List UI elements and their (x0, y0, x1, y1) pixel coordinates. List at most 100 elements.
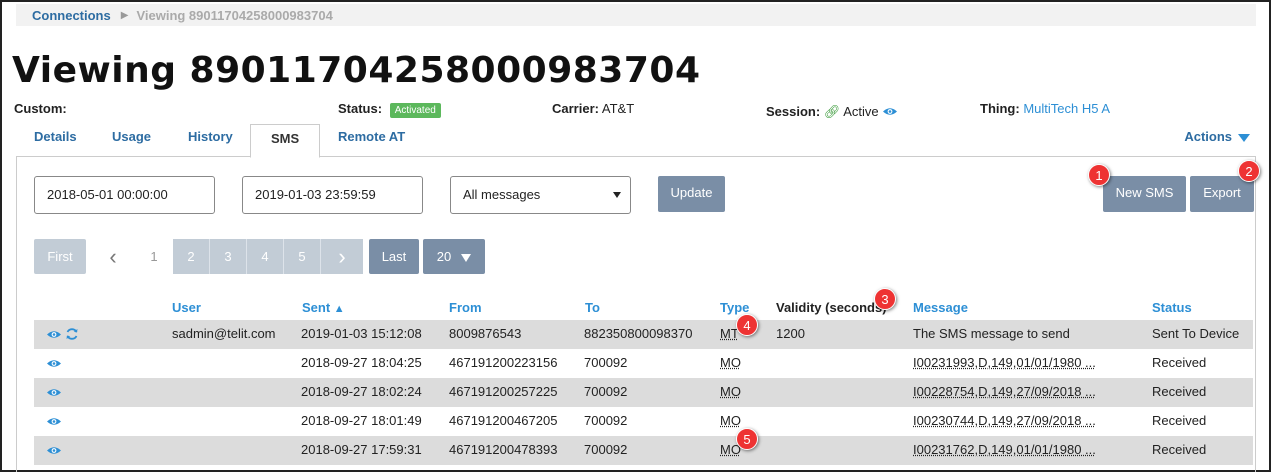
message-filter-select[interactable]: All messages (450, 176, 631, 214)
cell-message[interactable]: I00231762,D,149,01/01/1980 ... (913, 442, 1096, 457)
actions-label: Actions (1184, 129, 1232, 144)
carrier-value: AT&T (601, 101, 635, 116)
tab-history[interactable]: History (188, 124, 233, 157)
cell-to: 700092 (584, 355, 628, 370)
page-4[interactable]: 4 (247, 239, 284, 274)
meta-status: Status: Activated (338, 101, 441, 118)
cell-user: sadmin@telit.com (172, 326, 276, 341)
tab-details[interactable]: Details (34, 124, 77, 157)
view-eye-icon[interactable] (46, 386, 62, 398)
col-header-type[interactable]: Type (720, 300, 749, 315)
status-badge: Activated (389, 103, 441, 118)
cell-from: 467191200478393 (449, 442, 558, 457)
breadcrumb: Connections ▶ Viewing 890117042580009837… (16, 4, 1256, 26)
breadcrumb-current: Viewing 89011704258000983704 (136, 7, 333, 23)
sort-up-icon: ▲ (333, 303, 345, 315)
col-header-message[interactable]: Message (913, 300, 968, 315)
annotation-marker-5: 5 (736, 428, 758, 450)
cell-from: 467191200467205 (449, 413, 558, 428)
cell-message[interactable]: I00231993,D,149,01/01/1980 ... (913, 355, 1096, 370)
cell-type: MO (720, 355, 741, 370)
page-size-value: 20 (436, 249, 452, 264)
table-row[interactable]: 2018-09-27 18:04:25 467191200223156 7000… (34, 349, 1253, 378)
annotation-marker-4: 4 (736, 314, 758, 336)
next-page-icon[interactable]: › (321, 239, 363, 274)
col-header-status[interactable]: Status (1152, 300, 1192, 315)
tab-sms[interactable]: SMS (250, 124, 321, 158)
col-header-sent[interactable]: Sent ▲ (302, 300, 345, 315)
update-button[interactable]: Update (658, 176, 725, 212)
cell-message: The SMS message to send (913, 326, 1070, 341)
cell-type: MO (720, 413, 741, 428)
view-eye-icon[interactable] (46, 328, 62, 340)
cell-message[interactable]: I00228754,D,149,27/09/2018 ... (913, 384, 1096, 399)
cell-to: 700092 (584, 442, 628, 457)
tab-remote-at[interactable]: Remote AT (338, 124, 405, 157)
resend-refresh-icon[interactable] (65, 327, 81, 340)
table-row[interactable]: sadmin@telit.com 2019-01-03 15:12:08 800… (34, 320, 1253, 349)
page-2[interactable]: 2 (173, 239, 210, 274)
page-1[interactable]: 1 (136, 239, 172, 274)
new-sms-button[interactable]: New SMS (1103, 176, 1186, 212)
page-5[interactable]: 5 (284, 239, 321, 274)
cell-validity: 1200 (776, 326, 805, 341)
view-eye-icon[interactable] (46, 444, 62, 456)
first-page-button[interactable]: First (34, 239, 86, 274)
cell-sent: 2018-09-27 17:59:31 (301, 442, 422, 457)
cell-status: Sent To Device (1152, 326, 1240, 341)
cell-status: Received (1152, 384, 1207, 399)
cell-from: 467191200223156 (449, 355, 558, 370)
cell-status: Received (1152, 355, 1207, 370)
tab-bar: Details Usage History SMS Remote AT Acti… (16, 124, 1256, 158)
carrier-label: Carrier: (552, 101, 599, 116)
col-header-user[interactable]: User (172, 300, 201, 315)
annotation-marker-2: 2 (1238, 160, 1260, 182)
session-value: Active (843, 104, 879, 119)
message-filter-value: All messages (463, 187, 541, 202)
last-page-button[interactable]: Last (369, 239, 419, 274)
thing-label: Thing: (980, 101, 1020, 116)
select-arrow-icon (613, 192, 621, 198)
table-row[interactable]: 2018-09-27 18:01:49 467191200467205 7000… (34, 407, 1253, 436)
caret-down-icon (1238, 133, 1250, 142)
custom-label: Custom: (14, 101, 67, 116)
cell-sent: 2018-09-27 18:04:25 (301, 355, 422, 370)
annotation-marker-1: 1 (1088, 164, 1110, 186)
session-label: Session: (766, 104, 821, 119)
tab-usage[interactable]: Usage (112, 124, 151, 157)
actions-menu[interactable]: Actions (1184, 129, 1250, 144)
cell-to: 882350800098370 (584, 326, 693, 341)
cell-from: 8009876543 (449, 326, 522, 341)
table-row[interactable]: 2018-09-27 18:02:24 467191200257225 7000… (34, 378, 1253, 407)
cell-to: 700092 (584, 413, 628, 428)
prev-page-icon[interactable]: ‹ (98, 239, 128, 274)
cell-status: Received (1152, 442, 1207, 457)
meta-carrier: Carrier: AT&T (552, 101, 634, 116)
col-header-from[interactable]: From (449, 300, 482, 315)
thing-link[interactable]: MultiTech H5 A (1023, 101, 1110, 116)
page-title: Viewing 89011704258000983704 (12, 50, 701, 91)
cell-message[interactable]: I00230744,D,149,27/09/2018 ... (913, 413, 1096, 428)
page-3[interactable]: 3 (210, 239, 247, 274)
annotation-marker-3: 3 (874, 288, 896, 310)
cell-sent: 2019-01-03 15:12:08 (301, 326, 422, 341)
end-date-input[interactable]: 2019-01-03 23:59:59 (242, 176, 423, 214)
col-header-sent-label: Sent (302, 300, 331, 315)
cell-from: 467191200257225 (449, 384, 558, 399)
meta-session: Session: 🔗︎ Active (766, 104, 898, 120)
page-size-select[interactable]: 20 (423, 239, 485, 274)
eye-icon[interactable] (882, 105, 898, 120)
col-header-to[interactable]: To (585, 300, 600, 315)
breadcrumb-separator-icon: ▶ (120, 9, 129, 21)
table-row[interactable]: 2018-09-27 17:59:31 467191200478393 7000… (34, 436, 1253, 465)
cell-status: Received (1152, 413, 1207, 428)
link-icon: 🔗︎ (823, 104, 841, 119)
cell-sent: 2018-09-27 18:02:24 (301, 384, 422, 399)
breadcrumb-connections-link[interactable]: Connections (32, 8, 111, 23)
caret-down-icon (461, 253, 472, 262)
view-eye-icon[interactable] (46, 357, 62, 369)
cell-sent: 2018-09-27 18:01:49 (301, 413, 422, 428)
start-date-input[interactable]: 2018-05-01 00:00:00 (34, 176, 215, 214)
view-eye-icon[interactable] (46, 415, 62, 427)
status-label: Status: (338, 101, 383, 116)
